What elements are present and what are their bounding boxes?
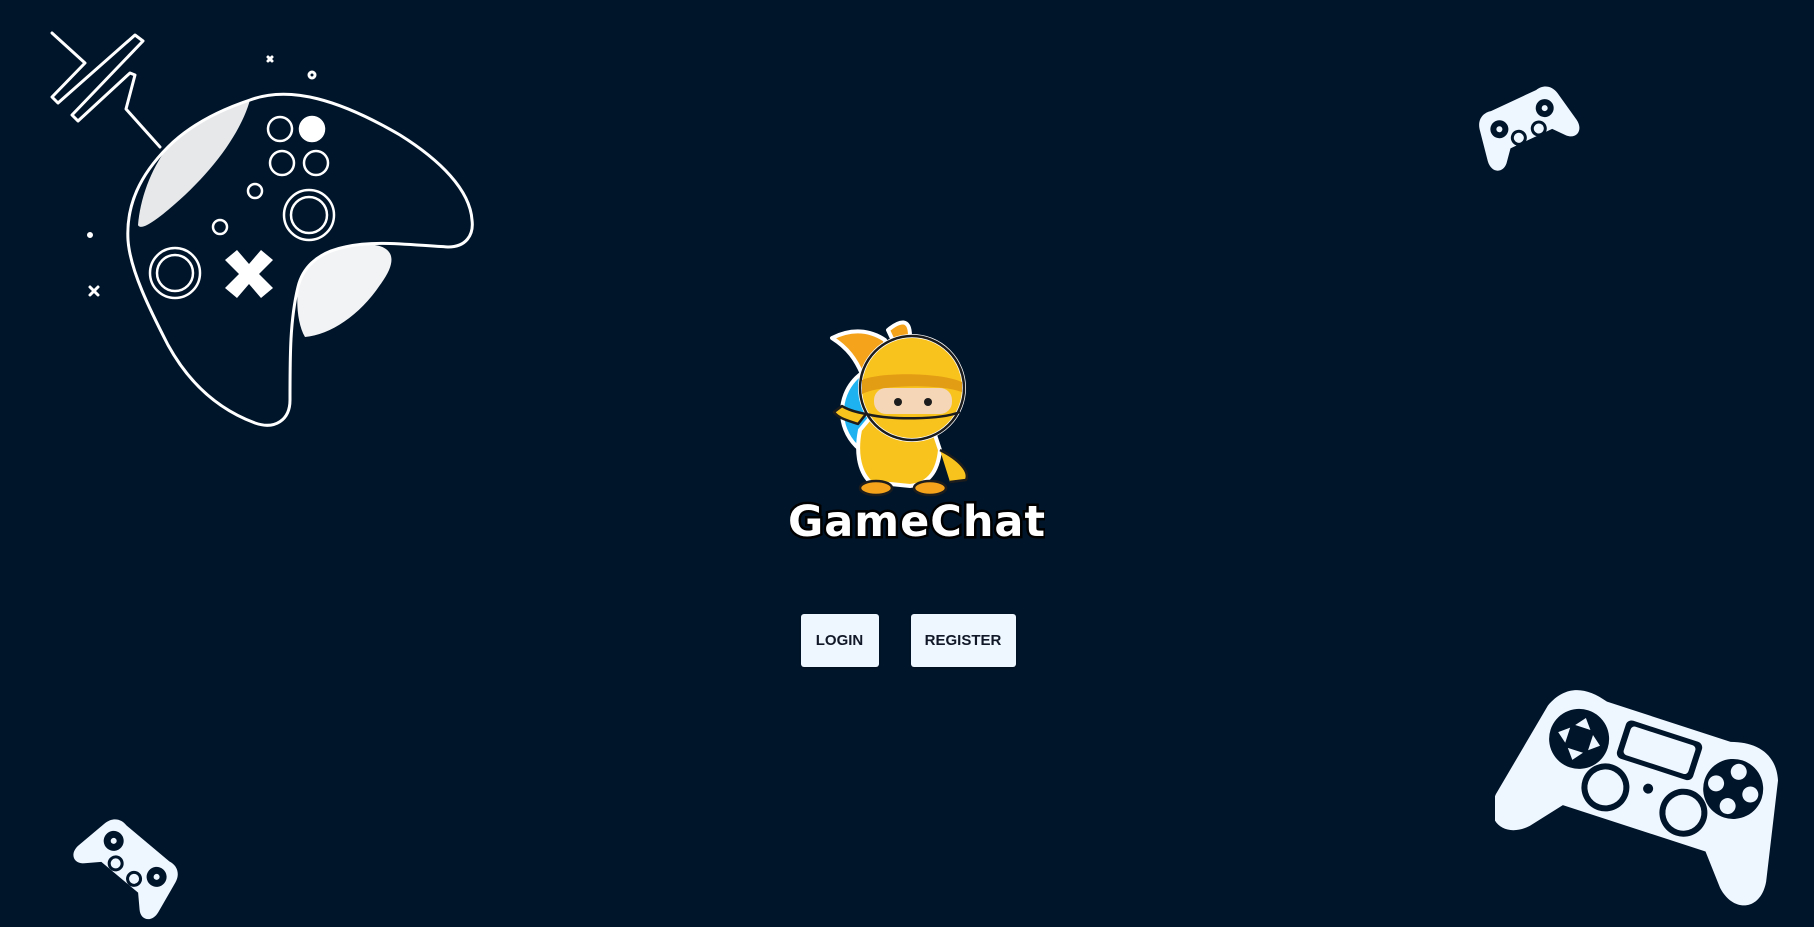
playstation-controller-icon: [1479, 86, 1580, 171]
playstation-controller-icon: [1495, 690, 1779, 906]
landing-page: GameChat LOGIN REGISTER: [0, 0, 1814, 927]
register-button[interactable]: REGISTER: [910, 614, 1016, 667]
auth-actions: LOGIN REGISTER: [0, 614, 1814, 667]
login-button[interactable]: LOGIN: [800, 614, 879, 667]
ninja-mascot-icon: [830, 320, 969, 497]
app-name-wordmark: GameChat: [790, 497, 1045, 545]
playstation-controller-icon: [73, 819, 178, 920]
gamechat-logo: GameChat: [790, 320, 1045, 545]
xbox-controller-icon: [50, 31, 474, 427]
